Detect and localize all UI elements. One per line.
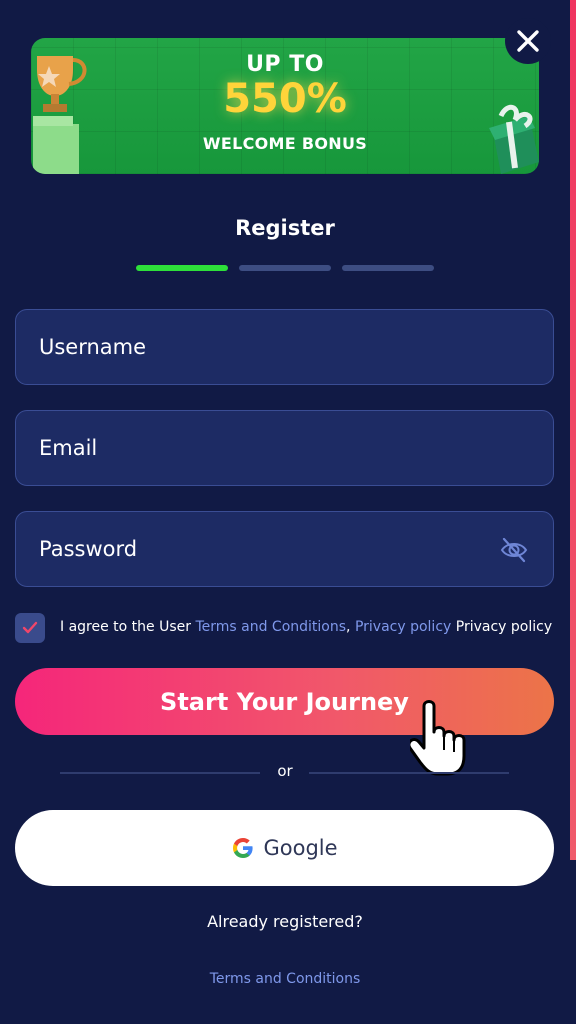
banner-up-to-text: UP TO [246,52,324,77]
terms-link[interactable]: Terms and Conditions [195,619,346,635]
step-3-indicator [342,265,434,271]
or-separator: or [277,762,293,780]
welcome-bonus-banner: UP TO 550% WELCOME BONUS [31,38,539,174]
checkmark-icon [22,621,38,634]
email-field[interactable]: Email [15,410,554,486]
agree-prefix: I agree to the User [60,619,192,635]
email-placeholder: Email [39,436,98,460]
password-field[interactable]: Password [15,511,554,587]
register-title: Register [235,216,335,240]
hand-pointer-icon [410,700,466,776]
gift-box-icon [489,104,539,174]
divider-right [309,772,509,774]
step-2-indicator [239,265,331,271]
google-button-label: Google [263,836,338,860]
step-1-indicator [136,265,228,271]
privacy-policy-text: Privacy policy [455,619,553,635]
scroll-accent-bar [570,0,576,860]
agree-comma: , [346,619,351,635]
footer-terms-link[interactable]: Terms and Conditions [0,971,570,987]
registration-steps [136,265,434,271]
banner-bonus-percent: 550% [223,76,347,122]
username-field[interactable]: Username [15,309,554,385]
close-icon [517,30,539,52]
google-g-icon [233,838,254,858]
username-placeholder: Username [39,335,147,359]
privacy-policy-link[interactable]: Privacy policy [355,619,451,635]
google-signin-button[interactable]: Google [15,810,554,886]
agree-checkbox[interactable] [15,613,45,643]
banner-welcome-bonus-text: WELCOME BONUS [202,134,368,153]
divider-left [60,772,260,774]
agree-text: I agree to the User Terms and Conditions… [60,619,552,635]
eye-off-icon[interactable] [499,535,529,565]
already-registered-link[interactable]: Already registered? [0,912,570,931]
password-placeholder: Password [39,537,138,561]
close-button[interactable] [505,18,551,64]
